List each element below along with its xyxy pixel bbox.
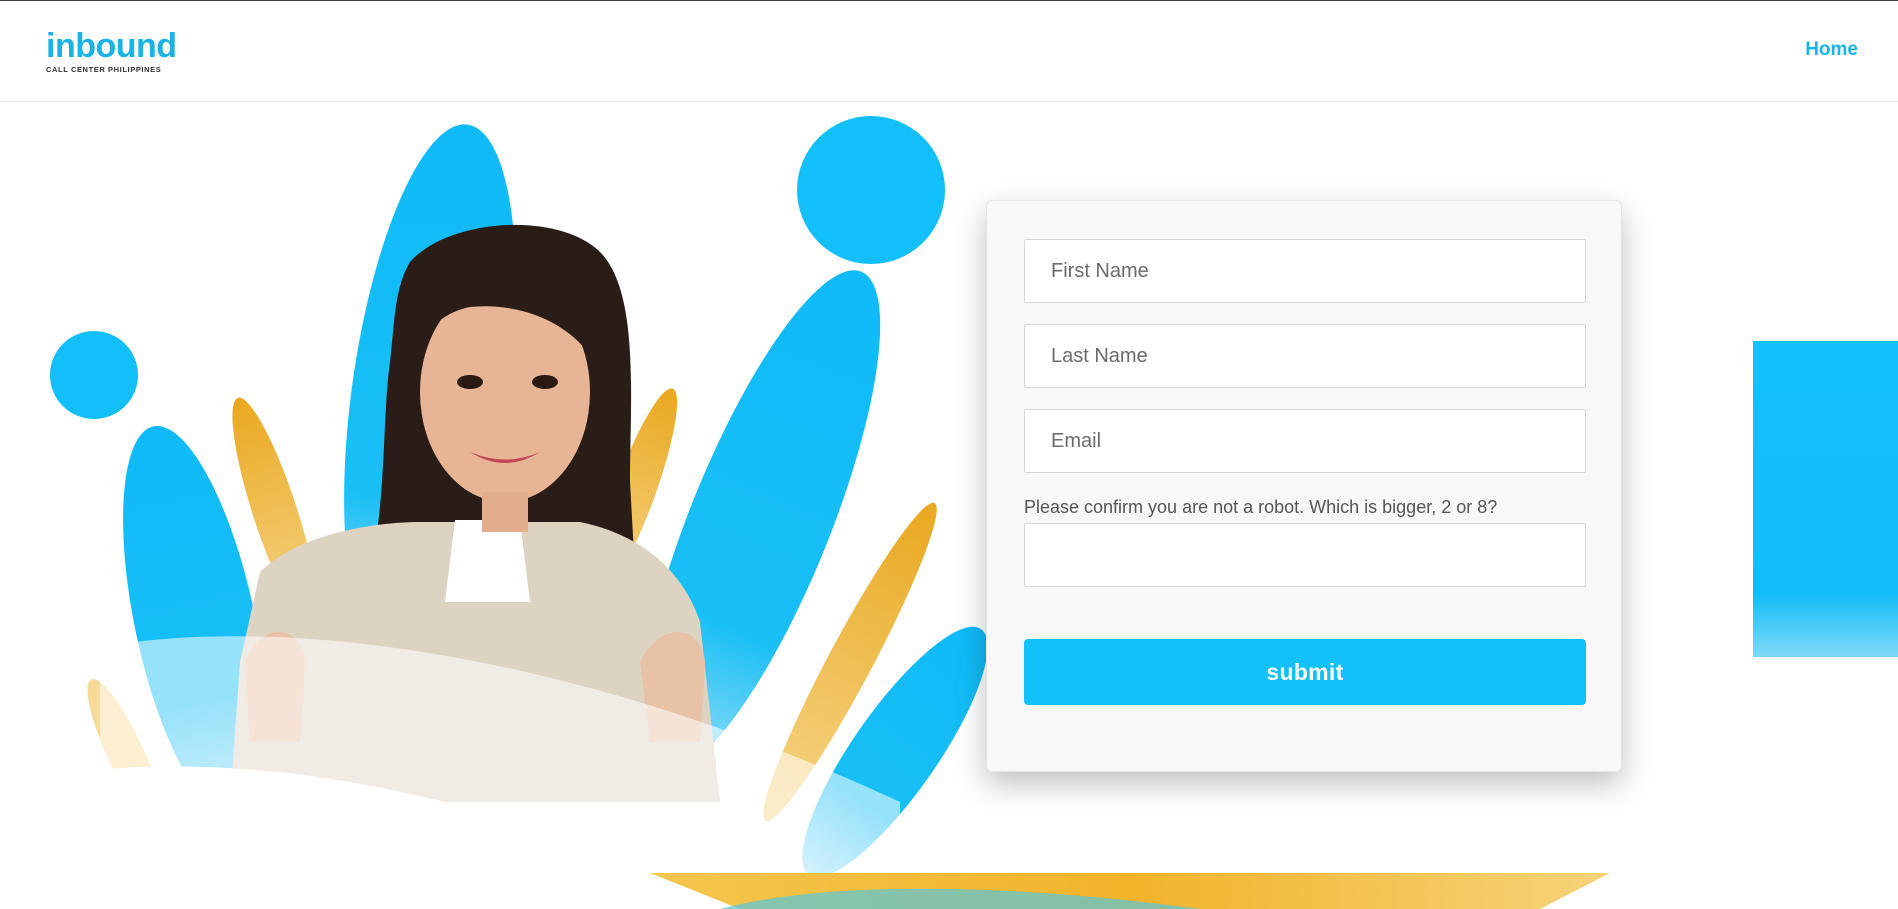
signup-form-card: Please confirm you are not a robot. Whic… (986, 200, 1622, 772)
nav-home-link[interactable]: Home (1805, 39, 1858, 61)
captcha-answer-input[interactable] (1024, 523, 1586, 587)
captcha-question-label: Please confirm you are not a robot. Whic… (1024, 497, 1498, 517)
site-header: inbound CALL CENTER PHILIPPINES Home (0, 1, 1898, 102)
side-accent-block (1753, 341, 1898, 657)
email-input[interactable] (1024, 409, 1586, 473)
logo-tagline: CALL CENTER PHILIPPINES (46, 65, 162, 74)
first-name-input[interactable] (1024, 239, 1586, 303)
brand-logo[interactable]: inbound CALL CENTER PHILIPPINES (46, 29, 186, 75)
logo-wordmark: inbound (46, 27, 177, 65)
deco-circle-small (50, 331, 138, 419)
submit-button[interactable]: submit (1024, 639, 1586, 705)
deco-circle-large (797, 116, 945, 264)
last-name-input[interactable] (1024, 324, 1586, 388)
